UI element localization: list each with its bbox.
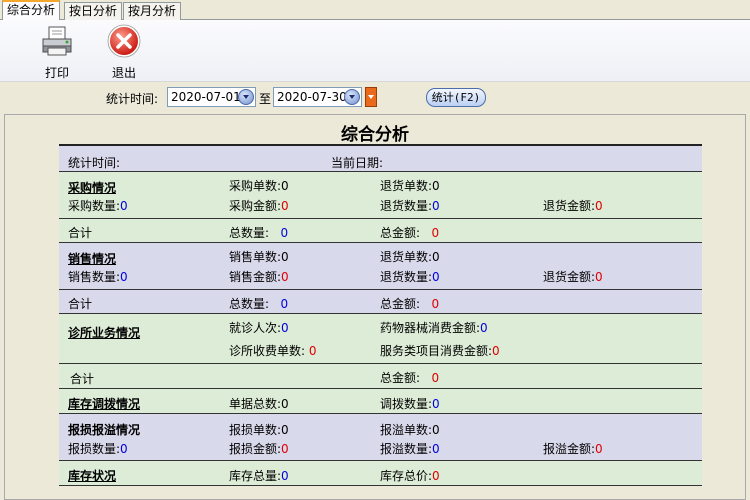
- sales-total-amount: 总金额: 0: [380, 297, 440, 311]
- clinic-service-amount: 服务类项目消费金额:0: [380, 344, 500, 358]
- clinic-visits: 就诊人次:0: [229, 321, 289, 335]
- gain-orders: 报溢单数:0: [380, 423, 440, 437]
- purchase-total-qty: 总数量: 0: [229, 226, 289, 240]
- sales-section: 销售情况 销售单数:0 退货单数:0 销售数量:0 销售金额:0 退货数量:0 …: [59, 243, 702, 290]
- purchase-heading: 采购情况: [68, 181, 117, 195]
- loss-gain-section: 报损报溢情况 报损单数:0 报溢单数:0 报损数量:0 报损金额:0 报溢数量:…: [59, 414, 702, 461]
- exit-label: 退出: [111, 66, 136, 80]
- sales-heading: 销售情况: [68, 252, 117, 266]
- end-date-value: 2020-07-30: [277, 90, 347, 104]
- clinic-heading: 诊所业务情况: [68, 326, 141, 340]
- sales-orders: 销售单数:0: [229, 250, 289, 264]
- sales-amount: 销售金额:0: [229, 270, 289, 284]
- current-date-label: 当前日期:: [331, 156, 384, 170]
- transfer-qty: 调拨数量:0: [380, 397, 440, 411]
- toolbar: 打印 退出: [0, 20, 750, 82]
- tab-monthly[interactable]: 按月分析: [123, 2, 182, 20]
- dropdown-arrow-icon[interactable]: [365, 87, 377, 107]
- period-label: 统计时间:: [106, 92, 159, 106]
- print-button[interactable]: 打印: [37, 24, 77, 81]
- transfer-docs: 单据总数:0: [229, 397, 289, 411]
- end-date-picker[interactable]: 2020-07-30: [273, 87, 362, 107]
- page-title: 综合分析: [341, 125, 409, 145]
- to-label: 至: [259, 92, 272, 106]
- loss-orders: 报损单数:0: [229, 423, 289, 437]
- start-date-picker[interactable]: 2020-07-01: [167, 87, 256, 107]
- gain-amount: 报溢金额:0: [543, 442, 603, 456]
- statistics-button[interactable]: 统计(F2): [426, 88, 486, 107]
- gain-qty: 报溢数量:0: [380, 442, 440, 456]
- sales-return-amount: 退货金额:0: [543, 270, 603, 284]
- clinic-fee-orders: 诊所收费单数: 0: [229, 344, 317, 358]
- printer-icon: [42, 26, 72, 56]
- purchase-qty: 采购数量:0: [68, 199, 128, 213]
- tab-comprehensive[interactable]: 综合分析: [2, 0, 61, 21]
- report-table: 统计时间: 当前日期: 采购情况 采购单数:0 退货单数:0 采购数量:0 采购…: [59, 144, 702, 486]
- purchase-total-row: 合计 总数量: 0 总金额: 0: [59, 219, 702, 243]
- purchase-section: 采购情况 采购单数:0 退货单数:0 采购数量:0 采购金额:0 退货数量:0 …: [59, 172, 702, 219]
- close-icon: [107, 24, 141, 58]
- sales-total-qty: 总数量: 0: [229, 297, 289, 311]
- loss-amount: 报损金额:0: [229, 442, 289, 456]
- start-date-value: 2020-07-01: [171, 90, 241, 104]
- exit-button[interactable]: 退出: [104, 24, 144, 81]
- clinic-total-row: 合计 总金额: 0: [59, 364, 702, 389]
- period-field-label: 统计时间:: [68, 156, 121, 170]
- filter-bar: 统计时间: 2020-07-01 至 2020-07-30 统计(F2): [0, 82, 750, 112]
- purchase-total-label: 合计: [68, 226, 93, 240]
- tab-bar: 综合分析 按日分析 按月分析: [0, 0, 750, 21]
- purchase-return-qty: 退货数量:0: [380, 199, 440, 213]
- stock-section: 库存状况 库存总量:0 库存总价:0: [59, 461, 702, 486]
- report-header-row: 统计时间: 当前日期:: [59, 144, 702, 172]
- chevron-down-icon[interactable]: [344, 89, 360, 105]
- clinic-drug-amount: 药物器械消费金额:0: [380, 321, 488, 335]
- print-label: 打印: [44, 66, 69, 80]
- transfer-section: 库存调拨情况 单据总数:0 调拨数量:0: [59, 389, 702, 414]
- stock-total-price: 库存总价:0: [380, 469, 440, 483]
- sales-return-orders: 退货单数:0: [380, 250, 440, 264]
- chevron-down-icon[interactable]: [238, 89, 254, 105]
- purchase-return-amount: 退货金额:0: [543, 199, 603, 213]
- transfer-heading: 库存调拨情况: [68, 397, 141, 411]
- purchase-orders: 采购单数:0: [229, 179, 289, 193]
- purchase-amount: 采购金额:0: [229, 199, 289, 213]
- clinic-total-label: 合计: [70, 372, 95, 386]
- purchase-return-orders: 退货单数:0: [380, 179, 440, 193]
- stock-total-qty: 库存总量:0: [229, 469, 289, 483]
- report-panel: 综合分析 统计时间: 当前日期: 采购情况 采购单数:0 退货单数:0 采购数量…: [4, 114, 746, 500]
- tab-daily[interactable]: 按日分析: [64, 2, 123, 20]
- clinic-total-amount: 总金额: 0: [380, 371, 440, 385]
- loss-qty: 报损数量:0: [68, 442, 128, 456]
- sales-total-row: 合计 总数量: 0 总金额: 0: [59, 290, 702, 314]
- purchase-total-amount: 总金额: 0: [380, 226, 440, 240]
- stock-heading: 库存状况: [68, 469, 117, 483]
- sales-return-qty: 退货数量:0: [380, 270, 440, 284]
- clinic-section: 诊所业务情况 就诊人次:0 药物器械消费金额:0 诊所收费单数: 0 服务类项目…: [59, 314, 702, 364]
- sales-total-label: 合计: [68, 297, 93, 311]
- sales-qty: 销售数量:0: [68, 270, 128, 284]
- loss-gain-heading: 报损报溢情况: [68, 423, 141, 437]
